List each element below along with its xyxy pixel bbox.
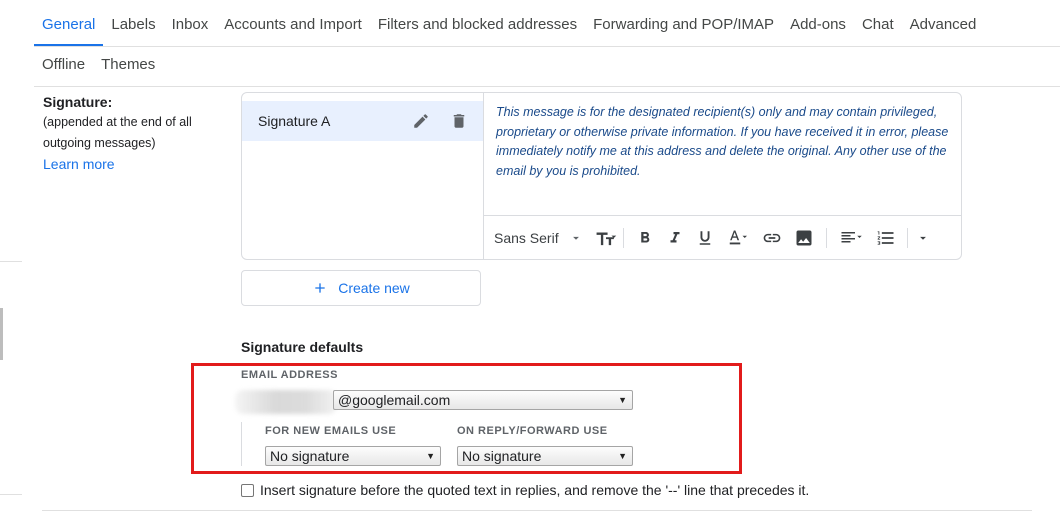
reply-forward-signature-select[interactable]: No signature ▼	[457, 446, 633, 466]
reply-forward-label: ON REPLY/FORWARD USE	[457, 425, 608, 437]
signature-body-text: This message is for the designated recip…	[496, 105, 949, 178]
chevron-down-icon	[572, 236, 579, 240]
toolbar-separator	[622, 227, 624, 248]
toolbar-separator	[906, 227, 908, 248]
defaults-indent-line	[241, 422, 242, 466]
new-emails-label: FOR NEW EMAILS USE	[265, 425, 397, 437]
tab-advanced[interactable]: Advanced	[902, 10, 985, 40]
signature-title: Signature:	[43, 94, 113, 110]
bold-icon[interactable]	[630, 224, 660, 252]
create-new-button[interactable]: Create new	[241, 270, 481, 306]
italic-icon[interactable]	[660, 224, 690, 252]
signature-name: Signature A	[258, 113, 331, 129]
more-options-icon[interactable]	[914, 224, 932, 252]
font-family-select[interactable]: Sans Serif	[494, 230, 583, 246]
signature-defaults-title: Signature defaults	[241, 339, 364, 355]
tab-labels[interactable]: Labels	[103, 10, 163, 40]
new-emails-signature-select[interactable]: No signature ▼	[265, 446, 441, 466]
dropdown-arrow-icon: ▼	[618, 451, 627, 461]
tab-general[interactable]: General	[34, 10, 104, 46]
tabs-divider	[34, 46, 1060, 47]
new-emails-value: No signature	[270, 448, 350, 464]
learn-more-link[interactable]: Learn more	[43, 156, 115, 172]
formatting-toolbar: Sans Serif	[484, 215, 961, 259]
font-size-icon[interactable]	[595, 224, 617, 252]
insert-before-quote-row: Insert signature before the quoted text …	[241, 482, 809, 498]
signature-label-column: Signature: (appended at the end of all o…	[43, 94, 233, 174]
tab-chat[interactable]: Chat	[854, 10, 902, 40]
text-color-icon[interactable]	[720, 224, 756, 252]
settings-tabs-row2: Offline Themes	[34, 50, 163, 82]
edit-icon[interactable]	[407, 107, 435, 135]
signature-text-editor[interactable]: This message is for the designated recip…	[484, 93, 961, 215]
image-icon[interactable]	[788, 224, 820, 252]
numbered-list-icon[interactable]	[871, 224, 901, 252]
left-scroll-indicator	[0, 308, 3, 360]
font-family-label: Sans Serif	[494, 229, 559, 246]
tab-inbox[interactable]: Inbox	[164, 10, 217, 40]
link-icon[interactable]	[756, 224, 788, 252]
align-icon[interactable]	[833, 224, 871, 252]
dropdown-arrow-icon: ▼	[426, 451, 435, 461]
toolbar-separator	[825, 227, 827, 248]
tab-themes[interactable]: Themes	[93, 50, 163, 80]
signature-description: (appended at the end of all outgoing mes…	[43, 115, 192, 150]
signature-editor-box: Signature A This message is for the desi…	[241, 92, 962, 260]
plus-icon	[315, 283, 325, 293]
settings-tabs: General Labels Inbox Accounts and Import…	[34, 10, 984, 46]
delete-icon[interactable]	[445, 107, 473, 135]
underline-icon[interactable]	[690, 224, 720, 252]
tabs-row2-divider	[34, 86, 1060, 87]
tab-accounts-and-import[interactable]: Accounts and Import	[216, 10, 370, 40]
dropdown-arrow-icon: ▼	[618, 395, 627, 405]
create-new-label: Create new	[338, 280, 410, 296]
insert-before-quote-checkbox[interactable]	[241, 483, 254, 497]
tab-add-ons[interactable]: Add-ons	[782, 10, 854, 40]
signature-list-item[interactable]: Signature A	[242, 101, 483, 141]
reply-forward-value: No signature	[462, 448, 542, 464]
tab-offline[interactable]: Offline	[34, 50, 93, 80]
insert-before-quote-label: Insert signature before the quoted text …	[260, 482, 810, 498]
tab-filters-and-blocked-addresses[interactable]: Filters and blocked addresses	[370, 10, 585, 40]
redacted-email-prefix	[235, 390, 337, 414]
email-address-select[interactable]: @googlemail.com ▼	[333, 390, 633, 410]
email-address-value: @googlemail.com	[338, 392, 451, 408]
tab-forwarding-and-pop-imap[interactable]: Forwarding and POP/IMAP	[585, 10, 782, 40]
bottom-divider	[42, 510, 1032, 511]
signature-list: Signature A	[242, 93, 484, 259]
email-address-label: EMAIL ADDRESS	[241, 369, 338, 381]
left-panel-divider	[0, 261, 22, 262]
left-panel-divider-bottom	[0, 494, 22, 495]
